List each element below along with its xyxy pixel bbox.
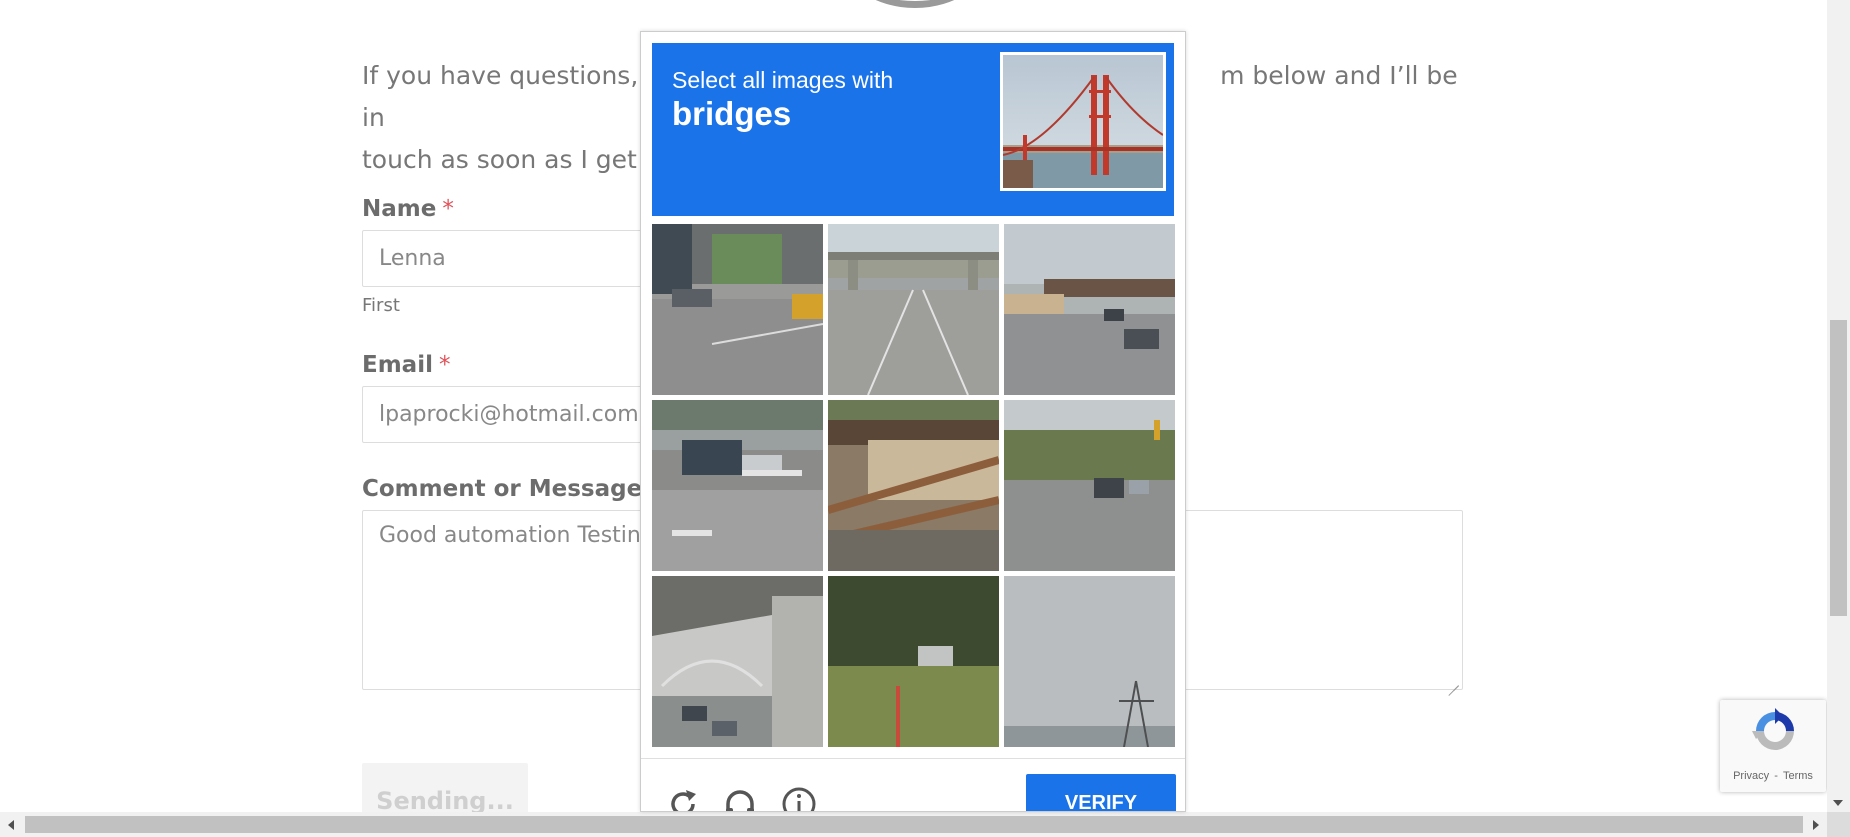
link-separator: - bbox=[1774, 770, 1778, 782]
audio-icon[interactable] bbox=[722, 786, 758, 812]
captcha-tile-6[interactable] bbox=[1004, 400, 1175, 571]
captcha-tile-9[interactable] bbox=[1004, 576, 1175, 747]
verify-button[interactable]: VERIFY bbox=[1026, 774, 1176, 811]
captcha-tile-2[interactable] bbox=[828, 224, 999, 395]
vertical-scrollbar[interactable] bbox=[1827, 0, 1850, 812]
email-field[interactable]: lpaprocki@hotmail.com bbox=[362, 386, 662, 443]
name-label: Name * bbox=[362, 196, 454, 222]
captcha-tile-7[interactable] bbox=[652, 576, 823, 747]
reload-icon[interactable] bbox=[665, 786, 701, 812]
required-mark: * bbox=[442, 196, 454, 222]
name-label-text: Name bbox=[362, 196, 437, 222]
captcha-footer: VERIFY bbox=[641, 758, 1185, 812]
intro-text-left: If you have questions, su bbox=[362, 61, 676, 90]
captcha-sample-image bbox=[1000, 52, 1166, 191]
captcha-target: bridges bbox=[672, 95, 792, 132]
submit-button[interactable]: Sending... bbox=[362, 763, 528, 812]
horizontal-scrollbar[interactable] bbox=[0, 812, 1827, 837]
captcha-tile-1[interactable] bbox=[652, 224, 823, 395]
captcha-prompt: Select all images with bbox=[672, 67, 894, 93]
avatar bbox=[840, 0, 990, 8]
info-icon[interactable] bbox=[781, 786, 817, 812]
name-first-value: Lenna bbox=[379, 246, 446, 271]
captcha-tile-grid bbox=[652, 224, 1175, 747]
scroll-left-arrow-icon[interactable] bbox=[8, 820, 14, 830]
captcha-tile-8[interactable] bbox=[828, 576, 999, 747]
email-value: lpaprocki@hotmail.com bbox=[379, 402, 639, 427]
horizontal-scroll-thumb[interactable] bbox=[25, 816, 1803, 833]
name-first-sublabel: First bbox=[362, 295, 400, 316]
captcha-tile-5[interactable] bbox=[828, 400, 999, 571]
scrollbar-corner bbox=[1827, 812, 1850, 837]
captcha-challenge: Select all images with bridges VERIFY bbox=[640, 31, 1186, 812]
recaptcha-badge[interactable]: Privacy - Terms bbox=[1720, 700, 1826, 792]
privacy-link[interactable]: Privacy bbox=[1732, 770, 1770, 782]
vertical-scroll-thumb[interactable] bbox=[1830, 320, 1847, 616]
captcha-tile-3[interactable] bbox=[1004, 224, 1175, 395]
message-value: Good automation Testing bbox=[379, 523, 655, 548]
name-first-input[interactable]: Lenna bbox=[362, 230, 662, 287]
scroll-right-arrow-icon[interactable] bbox=[1813, 820, 1819, 830]
recaptcha-logo-icon bbox=[1752, 708, 1794, 750]
recaptcha-links: Privacy - Terms bbox=[1720, 770, 1826, 782]
captcha-header: Select all images with bridges bbox=[652, 43, 1174, 216]
terms-link[interactable]: Terms bbox=[1782, 770, 1814, 782]
message-label: Comment or Message* bbox=[362, 476, 660, 502]
required-mark: * bbox=[438, 352, 451, 378]
email-label: Email * bbox=[362, 352, 450, 378]
email-label-text: Email bbox=[362, 352, 433, 378]
message-label-text: Comment or Message bbox=[362, 476, 643, 502]
scroll-down-arrow-icon[interactable] bbox=[1833, 800, 1843, 806]
resize-handle[interactable] bbox=[1447, 674, 1459, 686]
captcha-tile-4[interactable] bbox=[652, 400, 823, 571]
